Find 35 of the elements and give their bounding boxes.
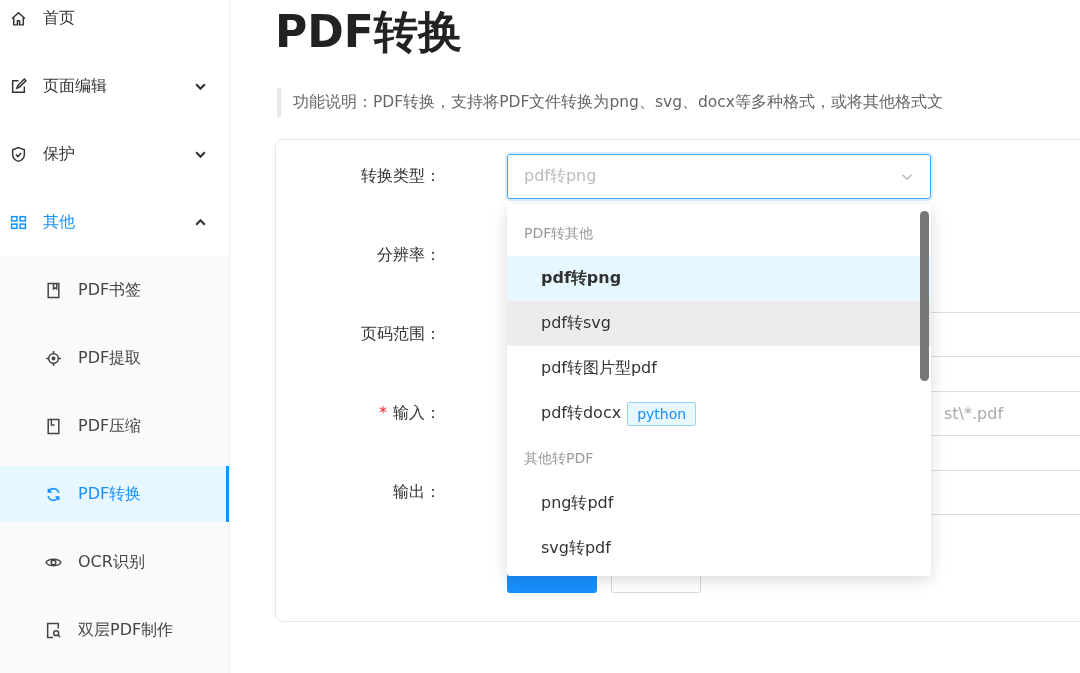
group-header: 其他转PDF: [523, 448, 595, 468]
dropdown-option[interactable]: pdf转png: [507, 256, 931, 301]
grid-icon: [10, 213, 27, 231]
submenu-item[interactable]: PDF压缩: [0, 398, 229, 454]
submenu-item[interactable]: PDF书签: [0, 262, 229, 318]
refresh-icon: [45, 485, 62, 503]
field-label: 转换类型：: [361, 166, 441, 187]
sidebar-item[interactable]: 首页: [0, 0, 229, 52]
bookmark-icon: [45, 281, 62, 299]
home-icon: [10, 9, 27, 27]
field-label: 页码范围：: [361, 324, 441, 345]
shield-icon: [10, 145, 27, 163]
document-search-icon: [45, 621, 62, 639]
target-icon: [45, 349, 62, 367]
sidebar-item[interactable]: 页面编辑: [0, 52, 229, 120]
dropdown-option[interactable]: pdf转svg: [507, 301, 931, 346]
sidebar-item[interactable]: 保护: [0, 120, 229, 188]
required-asterisk: *: [379, 403, 387, 424]
edit-icon: [10, 77, 27, 95]
description-text: 功能说明：PDF转换，支持将PDF文件转换为png、svg、docx等多种格式，或将其他格式文: [277, 88, 1080, 117]
scrollbar-thumb[interactable]: [920, 211, 929, 381]
dropdown-option[interactable]: pdf转docx python: [507, 391, 931, 436]
group-header: PDF转其他: [523, 223, 595, 243]
page-title: PDF转换: [275, 6, 463, 58]
submenu-item[interactable]: 双层PDF制作: [0, 602, 229, 658]
submenu-item[interactable]: OCR识别: [0, 534, 229, 590]
dropdown-option[interactable]: png转pdf: [507, 481, 931, 526]
document-icon: [45, 417, 62, 435]
tag: python: [627, 401, 697, 426]
field-label: 输出：: [393, 482, 441, 503]
submenu-item[interactable]: PDF提取: [0, 330, 229, 386]
field-label: 输入：: [393, 403, 441, 424]
field-label: 分辨率：: [377, 245, 441, 266]
dropdown-option[interactable]: svg转pdf: [507, 526, 931, 571]
dropdown-option[interactable]: pdf转图片型pdf: [507, 346, 931, 391]
